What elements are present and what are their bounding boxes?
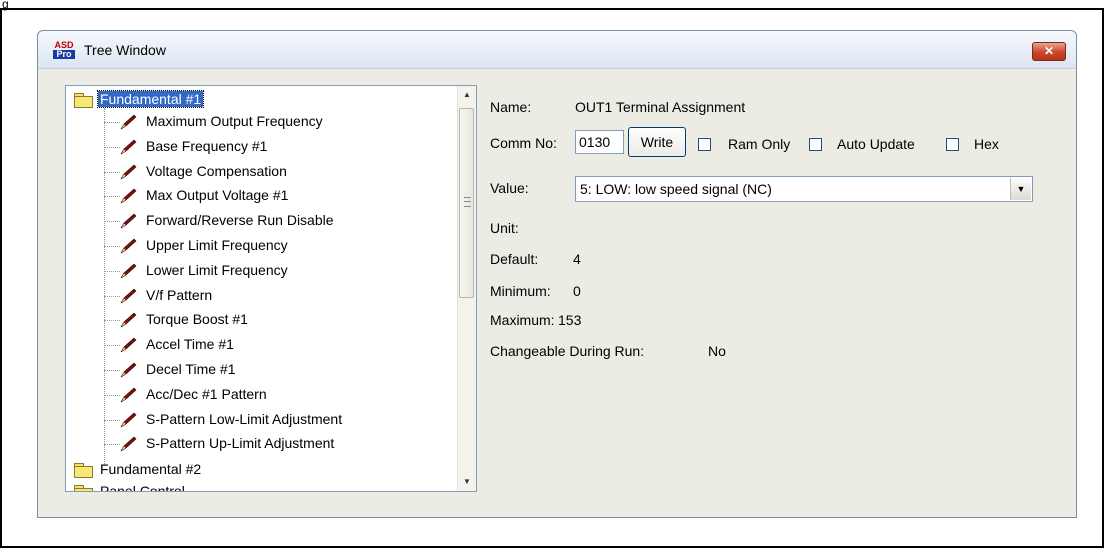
pencil-icon [118,163,138,181]
scroll-down-arrow-icon[interactable]: ▼ [458,473,476,491]
tree-list: Fundamental #1 Maximum Output Frequency B… [66,86,458,491]
pencil-icon [118,138,138,156]
pencil-icon [118,212,138,230]
pencil-icon [118,113,138,131]
window-title: Tree Window [84,42,166,58]
pencil-icon [118,187,138,205]
title-bar[interactable]: ASD Pro Tree Window ✕ [38,31,1076,69]
tree-item-label: Voltage Compensation [146,162,287,179]
tree-item-label: Maximum Output Frequency [146,113,323,129]
minimum-label: Minimum: [490,283,551,299]
value-selected: 5: LOW: low speed signal (NC) [580,181,772,197]
tree-item-label: Forward/Reverse Run Disable [146,212,334,229]
write-button[interactable]: Write [628,127,686,157]
dropdown-arrow-icon[interactable]: ▼ [1010,178,1031,200]
ram-only-label: Ram Only [728,136,791,152]
tree-item-label: Lower Limit Frequency [146,261,288,278]
tree-item-label: Torque Boost #1 [146,311,248,328]
tree-item-label: V/f Pattern [146,286,213,303]
hex-label: Hex [974,136,999,152]
tree-panel[interactable]: Fundamental #1 Maximum Output Frequency B… [65,85,477,492]
grip-icon [464,197,471,207]
default-value: 4 [573,251,581,267]
tree-group-label: Panel Control [100,483,185,491]
folder-icon [73,485,93,491]
pencil-icon [118,435,138,453]
pencil-icon [118,311,138,329]
ram-only-checkbox[interactable] [698,138,711,151]
value-label: Value: [490,180,529,196]
tree-item-label: S-Pattern Low-Limit Adjustment [146,410,343,427]
comm-no-input[interactable] [575,130,624,154]
changeable-during-run-value: No [708,343,726,359]
tree-connector [104,108,105,466]
unit-label: Unit: [490,220,519,236]
name-value: OUT1 Terminal Assignment [575,99,746,115]
tree-item-label: Accel Time #1 [146,336,234,353]
tree-item-label: Base Frequency #1 [146,137,268,154]
minimum-value: 0 [573,283,581,299]
tree-group-label: Fundamental #1 [96,90,205,108]
tree-item-label: Upper Limit Frequency [146,237,288,253]
pencil-icon [118,386,138,404]
scroll-up-arrow-icon[interactable]: ▲ [458,86,476,104]
folder-icon [73,93,93,108]
app-icon-line-2: Pro [53,50,75,59]
tree-scrollbar[interactable]: ▲ ▼ [457,86,476,491]
changeable-during-run-label: Changeable During Run: [490,343,645,359]
tree-window: ASD Pro Tree Window ✕ Fundamental #1 Max… [37,30,1077,518]
pencil-icon [118,237,138,255]
name-label: Name: [490,99,532,115]
hex-checkbox[interactable] [946,138,959,151]
auto-update-label: Auto Update [837,136,915,152]
pencil-icon [118,361,138,379]
maximum-label: Maximum: [490,312,555,328]
maximum-value: 153 [558,312,582,328]
tree-item-label: Acc/Dec #1 Pattern [146,385,267,402]
app-icon: ASD Pro [53,41,75,61]
tree-item-label: Max Output Voltage #1 [146,187,289,204]
pencil-icon [118,411,138,429]
scroll-thumb[interactable] [459,108,474,298]
close-button[interactable]: ✕ [1032,42,1066,61]
pencil-icon [118,336,138,354]
tree-item-label: S-Pattern Up-Limit Adjustment [146,435,335,452]
folder-icon [73,463,93,478]
pencil-icon [118,262,138,280]
close-icon: ✕ [1043,44,1055,58]
default-label: Default: [490,251,539,267]
pencil-icon [118,287,138,305]
value-select[interactable]: 5: LOW: low speed signal (NC) ▼ [575,176,1033,202]
tree-item-label: Decel Time #1 [146,361,236,377]
auto-update-checkbox[interactable] [809,138,822,151]
tree-group-label: Fundamental #2 [100,461,202,477]
comm-no-label: Comm No: [490,135,557,151]
